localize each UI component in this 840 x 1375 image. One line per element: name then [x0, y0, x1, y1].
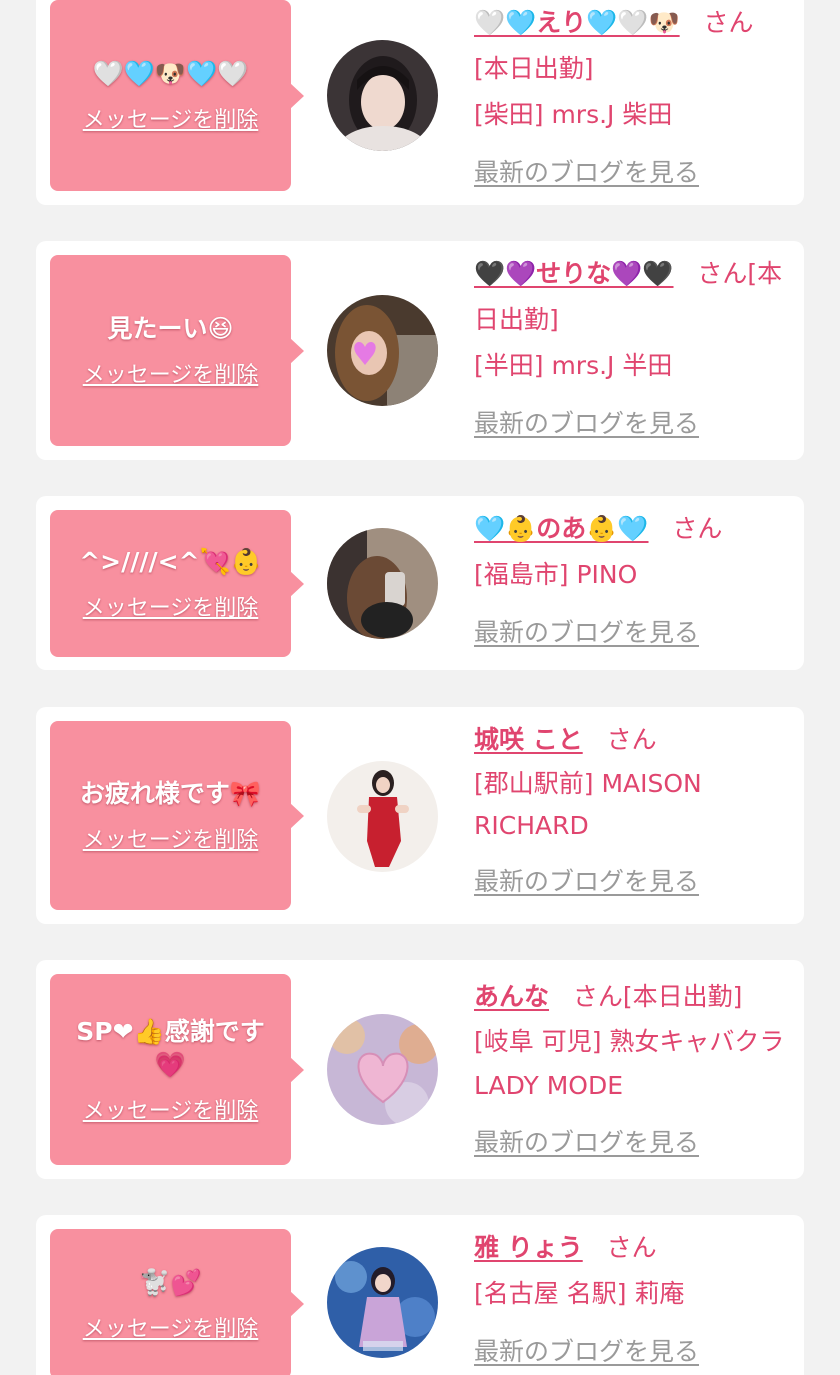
delete-message-link[interactable]: メッセージを削除 [83, 102, 259, 134]
latest-blog-link[interactable]: 最新のブログを見る [474, 610, 699, 656]
delete-message-link[interactable]: メッセージを削除 [83, 1311, 259, 1343]
cast-avatar[interactable] [327, 1247, 438, 1358]
cast-info: 雅 りょう さん [名古屋 名駅] 莉庵 最新のブログを見る [474, 1225, 786, 1375]
honorific-label: さん [606, 1233, 657, 1262]
cast-info: 🤍🩵えり🩵🤍🐶 さん [本日出勤] [柴田] mrs.J 柴田 最新のブログを見る [474, 0, 786, 196]
cast-name-link[interactable]: 🤍🩵えり🩵🤍🐶 [474, 8, 680, 37]
message-card: お疲れ様です🎀 メッセージを削除 城咲 こと さん [郡山駅前] MAISON … [36, 707, 804, 924]
cast-avatar[interactable] [327, 761, 438, 872]
shop-label: [半田] mrs.J 半田 [474, 351, 673, 380]
message-bubble: 見たーい😆 メッセージを削除 [50, 255, 304, 446]
message-text: 🐩💕 [139, 1267, 202, 1297]
honorific-label: さん [697, 259, 748, 288]
cast-name-link[interactable]: 城咲 こと [474, 725, 583, 754]
delete-message-link[interactable]: メッセージを削除 [83, 590, 259, 622]
woman-mirror-selfie-icon [327, 528, 438, 639]
message-text: 見たーい😆 [107, 314, 234, 343]
woman-red-dress-icon [327, 761, 438, 872]
latest-blog-link[interactable]: 最新のブログを見る [474, 1120, 699, 1166]
message-card: 見たーい😆 メッセージを削除 🖤💜せりな💜🖤 さん[本日出勤] [半田] mrs… [36, 241, 804, 460]
woman-portrait-icon [327, 40, 438, 151]
cast-avatar[interactable] [327, 1014, 438, 1125]
shop-label: [名古屋 名駅] 莉庵 [474, 1279, 685, 1308]
latest-blog-link[interactable]: 最新のブログを見る [474, 401, 699, 447]
latest-blog-link[interactable]: 最新のブログを見る [474, 1329, 699, 1375]
delete-message-link[interactable]: メッセージを削除 [83, 1093, 259, 1125]
message-bubble: 🤍🩵🐶🩵🤍 メッセージを削除 [50, 0, 304, 191]
status-label: [本日出勤] [474, 54, 594, 83]
woman-blue-fantasy-icon [327, 1247, 438, 1358]
message-bubble: 🐩💕 メッセージを削除 [50, 1229, 304, 1375]
message-bubble: お疲れ様です🎀 メッセージを削除 [50, 721, 304, 910]
delete-message-link[interactable]: メッセージを削除 [83, 357, 259, 389]
cast-name-link[interactable]: 🖤💜せりな💜🖤 [474, 259, 674, 288]
latest-blog-link[interactable]: 最新のブログを見る [474, 150, 699, 196]
shop-label: [岐阜 可児] 熟女キャバクラ LADY MODE [474, 1027, 785, 1100]
cast-name-link[interactable]: 🩵👶のあ👶🩵 [474, 514, 649, 543]
message-text: ^>////<^💘👶 [79, 547, 262, 576]
latest-blog-link[interactable]: 最新のブログを見る [474, 859, 699, 905]
honorific-label: さん [703, 8, 754, 37]
cast-info: 🩵👶のあ👶🩵 さん [福島市] PINO 最新のブログを見る [474, 506, 786, 656]
honorific-label: さん [606, 725, 657, 754]
shop-label: [郡山駅前] MAISON RICHARD [474, 769, 702, 840]
cast-avatar[interactable] [327, 295, 438, 406]
message-card: ^>////<^💘👶 メッセージを削除 🩵👶のあ👶🩵 さん [福島市] PINO… [36, 496, 804, 670]
shop-label: [福島市] PINO [474, 560, 638, 589]
status-label: [本日出勤] [622, 982, 743, 1011]
shop-label: [柴田] mrs.J 柴田 [474, 100, 673, 129]
message-text: SP❤👍感謝です💗 [76, 1016, 265, 1079]
cast-avatar[interactable] [327, 528, 438, 639]
honorific-label: さん [672, 514, 723, 543]
message-list: 🤍🩵🐶🩵🤍 メッセージを削除 🤍🩵えり🩵🤍🐶 さん[本日出勤] [柴田] mrs… [0, 0, 840, 1375]
message-text: お疲れ様です🎀 [79, 779, 262, 808]
delete-message-link[interactable]: メッセージを削除 [83, 822, 259, 854]
message-card: 🤍🩵🐶🩵🤍 メッセージを削除 🤍🩵えり🩵🤍🐶 さん [本日出勤] [柴田] mrs… [36, 0, 804, 205]
message-bubble: ^>////<^💘👶 メッセージを削除 [50, 510, 304, 657]
cast-name-link[interactable]: あんな [474, 982, 549, 1011]
message-text: 🤍🩵🐶🩵🤍 [92, 59, 249, 88]
cast-info: あんな さん[本日出勤] [岐阜 可児] 熟女キャバクラ LADY MODE 最… [474, 974, 786, 1166]
cast-info: 🖤💜せりな💜🖤 さん[本日出勤] [半田] mrs.J 半田 最新のブログを見る [474, 251, 786, 447]
message-bubble: SP❤👍感謝です💗 メッセージを削除 [50, 974, 304, 1165]
cast-name-link[interactable]: 雅 りょう [474, 1233, 583, 1262]
message-card: 🐩💕 メッセージを削除 雅 りょう さん [名古屋 名駅] 莉庵 最新のブログを… [36, 1215, 804, 1375]
cast-info: 城咲 こと さん [郡山駅前] MAISON RICHARD 最新のブログを見る [474, 717, 786, 905]
message-card: SP❤👍感謝です💗 メッセージを削除 あんな さん[本日出勤] [岐阜 可児] … [36, 960, 804, 1179]
woman-heart-sticker-icon [327, 295, 438, 406]
pink-heart-bokeh-icon [327, 1014, 438, 1125]
cast-avatar[interactable] [327, 40, 438, 151]
honorific-label: さん [572, 982, 623, 1011]
